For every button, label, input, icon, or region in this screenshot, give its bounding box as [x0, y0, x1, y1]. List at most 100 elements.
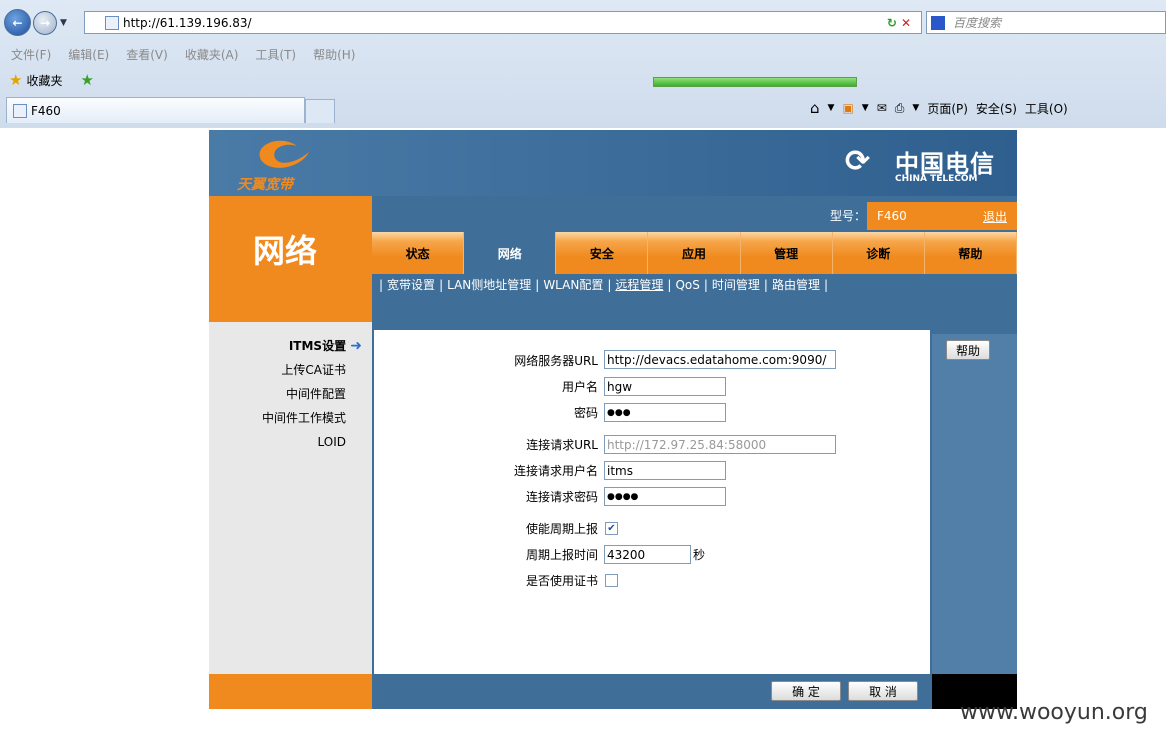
sidebar-item-ca-cert[interactable]: 上传CA证书 [281, 361, 346, 378]
new-tab-button[interactable] [305, 99, 335, 123]
conn-pass-label: 连接请求密码 [525, 490, 598, 504]
menu-bar: 文件(F) 编辑(E) 查看(V) 收藏夹(A) 工具(T) 帮助(H) [0, 43, 1166, 65]
forward-button[interactable]: → [33, 11, 57, 35]
conn-url-label: 连接请求URL [526, 438, 598, 452]
sidebar-item-middleware-mode[interactable]: 中间件工作模式 [262, 409, 346, 426]
search-placeholder: 百度搜索 [953, 16, 1002, 30]
mail-icon[interactable]: ✉ [877, 101, 887, 115]
subnav-broadband[interactable]: 宽带设置 [387, 278, 435, 292]
password-input[interactable]: ●●● [604, 403, 726, 422]
menu-tools[interactable]: 工具(T) [255, 46, 296, 63]
username-label: 用户名 [561, 380, 598, 394]
cancel-button[interactable]: 取 消 [848, 681, 918, 701]
safety-menu[interactable]: 安全(S) [976, 100, 1017, 117]
tab-management[interactable]: 管理 [740, 232, 833, 274]
brand-left: 天翼宽带 [237, 177, 293, 193]
back-button[interactable]: ← [4, 9, 31, 36]
section-title-panel: 网络 [209, 196, 372, 322]
home-icon[interactable]: ⌂ [810, 99, 820, 117]
footer-buttons: 确 定 取 消 [372, 674, 932, 709]
tab-network[interactable]: 网络 [464, 232, 557, 274]
interval-label: 周期上报时间 [525, 548, 598, 562]
conn-user-label: 连接请求用户名 [513, 464, 598, 478]
progress-bar [653, 77, 857, 87]
search-box[interactable]: 百度搜索 [926, 11, 1166, 34]
menu-view[interactable]: 查看(V) [126, 46, 168, 63]
favorites-button[interactable]: 收藏夹 [26, 72, 62, 89]
chevron-down-icon[interactable]: ▼ [862, 103, 869, 113]
address-text[interactable]: http://61.139.196.83/ [123, 16, 252, 30]
star-icon: ★ [9, 71, 23, 89]
tab-diagnostics[interactable]: 诊断 [832, 232, 925, 274]
page-icon [105, 15, 119, 30]
watermark: www.wooyun.org [960, 700, 1148, 725]
sidebar-item-middleware-config[interactable]: 中间件配置 [286, 385, 346, 402]
arrow-right-icon: → [39, 16, 51, 30]
print-icon[interactable]: ⎙ [895, 101, 905, 116]
menu-help[interactable]: 帮助(H) [313, 46, 355, 63]
sidebar: ITMS设置 ➜ 上传CA证书 中间件配置 中间件工作模式 LOID [209, 322, 372, 674]
conn-pass-input[interactable]: ●●●● [604, 487, 726, 506]
tools-menu[interactable]: 工具(O) [1025, 100, 1068, 117]
use-cert-label: 是否使用证书 [525, 574, 598, 588]
feeds-icon[interactable]: ▣ [842, 101, 853, 115]
ok-button[interactable]: 确 定 [771, 681, 841, 701]
menu-edit[interactable]: 编辑(E) [68, 46, 109, 63]
command-bar: ⌂ ▼ ▣ ▼ ✉ ⎙ ▼ 页面(P) 安全(S) 工具(O) [810, 97, 1166, 119]
model-label: 型号： [830, 209, 867, 223]
arrow-left-icon: ← [12, 15, 23, 30]
arrow-right-icon: ➜ [350, 338, 362, 354]
browser-tab[interactable]: F460 [6, 97, 305, 123]
header-banner: 天翼宽带 ⟳ 中国电信 CHINA TELECOM [209, 130, 1017, 196]
add-favorite-icon[interactable]: ★ [80, 71, 93, 89]
subnav-qos[interactable]: QoS [675, 278, 699, 292]
tab-application[interactable]: 应用 [648, 232, 741, 274]
model-value: F460 [877, 209, 907, 223]
chevron-down-icon[interactable]: ▼ [912, 103, 919, 113]
stop-icon[interactable]: ✕ [901, 16, 911, 30]
use-cert-checkbox[interactable] [605, 574, 618, 587]
tab-security[interactable]: 安全 [556, 232, 649, 274]
acs-url-label: 网络服务器URL [514, 354, 598, 368]
section-title: 网络 [253, 232, 318, 270]
footer-left [209, 674, 372, 709]
favorites-bar: ★ 收藏夹 ★ [0, 66, 1166, 94]
sub-navigation: | 宽带设置 | LAN侧地址管理 | WLAN配置 | 远程管理 | QoS | 时间管理 | 路由管理… [379, 278, 829, 292]
tianyi-logo-icon [259, 140, 309, 168]
conn-user-input[interactable]: itms [604, 461, 726, 480]
help-button[interactable]: 帮助 [946, 340, 990, 360]
ie-page-icon [13, 103, 27, 118]
subnav-remote[interactable]: 远程管理 [615, 278, 663, 292]
address-bar[interactable]: http://61.139.196.83/ ↻ ✕ [84, 11, 922, 34]
interval-input[interactable]: 43200 [604, 545, 691, 564]
username-input[interactable]: hgw [604, 377, 726, 396]
refresh-icon[interactable]: ↻ [887, 16, 897, 30]
subnav-routing[interactable]: 路由管理 [772, 278, 820, 292]
tab-help[interactable]: 帮助 [924, 232, 1017, 274]
chevron-down-icon[interactable]: ▼ [828, 103, 835, 113]
sidebar-item-itms[interactable]: ITMS设置 ➜ [289, 337, 362, 354]
page-menu[interactable]: 页面(P) [927, 100, 968, 117]
main-tabs: 状态 网络 安全 应用 管理 诊断 帮助 [372, 232, 1017, 274]
conn-url-input: http://172.97.25.84:58000 [604, 435, 836, 454]
acs-url-input[interactable]: http://devacs.edatahome.com:9090/ [604, 350, 836, 369]
interval-unit: 秒 [693, 548, 706, 562]
sidebar-item-loid[interactable]: LOID [318, 435, 346, 449]
history-dropdown-icon[interactable]: ▼ [60, 18, 67, 28]
china-telecom-icon: ⟳ [845, 144, 871, 179]
logout-link[interactable]: 退出 [983, 208, 1007, 225]
help-column: 帮助 [932, 334, 1017, 674]
sidebar-item-label: ITMS设置 [288, 339, 347, 353]
brand-right-en: CHINA TELECOM [895, 174, 978, 184]
tab-status[interactable]: 状态 [372, 232, 465, 274]
menu-favorites[interactable]: 收藏夹(A) [185, 46, 239, 63]
subnav-lan[interactable]: LAN侧地址管理 [447, 278, 531, 292]
subnav-wlan[interactable]: WLAN配置 [543, 278, 603, 292]
model-box: F460 退出 [867, 202, 1017, 230]
router-admin-page: 天翼宽带 ⟳ 中国电信 CHINA TELECOM 网络 型号： F460 退出… [209, 130, 1017, 709]
subnav-time[interactable]: 时间管理 [712, 278, 760, 292]
baidu-icon [931, 15, 945, 30]
periodic-checkbox[interactable]: ✔ [605, 522, 618, 535]
menu-file[interactable]: 文件(F) [11, 46, 51, 63]
browser-chrome: ← → ▼ http://61.139.196.83/ ↻ ✕ 百度搜索 文件(… [0, 0, 1166, 128]
